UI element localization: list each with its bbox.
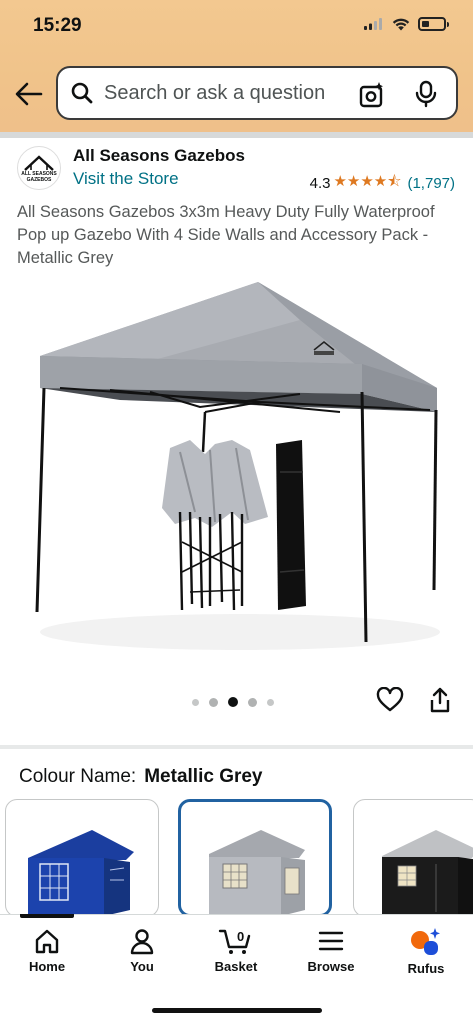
carousel-dot[interactable] [192,698,199,706]
tab-browse-label: Browse [307,959,355,974]
camera-search-icon[interactable] [358,81,386,109]
tab-rufus-label: Rufus [407,961,445,976]
status-time: 15:29 [33,15,82,36]
basket-count: 0 [237,929,244,944]
active-tab-indicator [20,914,74,918]
tab-home-label: Home [28,959,66,974]
colour-value: Metallic Grey [144,766,263,787]
wifi-icon [392,18,410,30]
person-icon [130,929,154,955]
status-icons [364,17,449,31]
app-header: 15:29 [0,0,473,132]
product-title: All Seasons Gazebos 3x3m Heavy Duty Full… [17,203,435,267]
colour-name-row: Colour Name: Metallic Grey [19,766,263,788]
battery-icon [418,17,446,31]
section-divider [0,745,473,749]
swatch-black[interactable] [353,799,473,917]
swatch-grey-image [209,830,305,914]
search-input[interactable] [104,81,344,105]
star-rating-icon: ★★★★⯪ [333,173,402,190]
tab-basket-label: Basket [214,959,258,974]
tab-basket[interactable]: 0 Basket [196,927,276,974]
swatch-black-image [382,830,473,916]
header-divider [0,132,473,138]
visit-store-link[interactable]: Visit the Store [73,169,179,189]
cellular-signal-icon [364,18,382,30]
rating-count-link[interactable]: (1,797) [407,175,455,192]
carousel-dot-active[interactable] [228,697,238,707]
home-indicator [152,1008,322,1013]
share-icon[interactable] [428,686,452,714]
carousel-dot[interactable] [267,698,274,706]
tab-you-label: You [130,959,154,974]
carousel-dot[interactable] [248,697,257,707]
basket-icon: 0 [218,929,251,954]
tab-you[interactable]: You [102,927,182,974]
rating-summary[interactable]: 4.3 ★★★★⯪ (1,797) [310,171,455,196]
swatch-metallic-grey-selected[interactable] [178,799,332,917]
search-icon [71,82,93,104]
tab-browse[interactable]: Browse [291,927,371,974]
carousel-dot[interactable] [209,697,218,707]
brand-name: All Seasons Gazebos [73,146,245,165]
colour-label: Colour Name: [19,766,137,787]
tab-rufus[interactable]: Rufus [386,927,466,976]
swatch-blue-image [28,830,134,916]
brand-logo[interactable]: ALL SEASONS GAZEBOS [17,146,61,190]
product-image[interactable] [0,272,473,672]
menu-icon [318,931,344,951]
rating-value: 4.3 [309,175,331,192]
rufus-icon [411,928,440,955]
home-icon [35,929,59,954]
logo-text-line-2: GAZEBOS [26,176,52,183]
back-arrow-icon[interactable] [14,80,44,108]
tab-home[interactable]: Home [7,927,87,974]
heart-icon[interactable] [376,687,404,713]
image-carousel-dots[interactable] [192,697,274,707]
swatch-blue[interactable] [5,799,159,917]
house-logo-icon [24,154,54,171]
search-bar[interactable] [56,66,458,120]
battery-tip [447,21,449,27]
microphone-icon[interactable] [414,80,438,108]
